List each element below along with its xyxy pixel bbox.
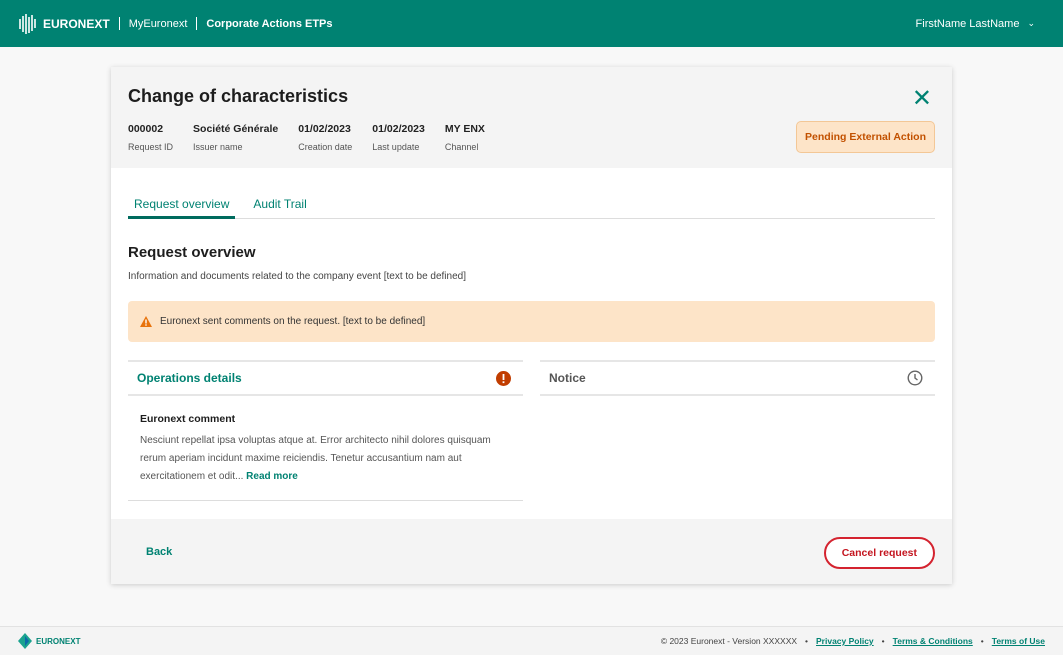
- page-footer: EURONEXT © 2023 Euronext - Version XXXXX…: [0, 626, 1063, 655]
- operations-header[interactable]: Operations details: [128, 362, 523, 396]
- close-icon[interactable]: ✕: [912, 84, 932, 113]
- comment-title: Euronext comment: [140, 413, 236, 425]
- section-title: Corporate Actions ETPs: [206, 17, 333, 30]
- app-link[interactable]: MyEuronext: [129, 18, 188, 30]
- euronext-logo-icon: [18, 633, 32, 649]
- copyright: © 2023 Euronext - Version XXXXXX: [660, 636, 798, 646]
- error-icon: [496, 370, 511, 386]
- read-more-link[interactable]: Read more: [246, 471, 298, 482]
- comment-text: Nesciunt repellat ipsa voluptas atque at…: [140, 435, 491, 482]
- request-card: Change of characteristics ✕ 000002 Reques…: [111, 67, 952, 584]
- tab-bar: Request overview Audit Trail: [128, 197, 935, 219]
- terms-conditions-link[interactable]: Terms & Conditions: [893, 636, 973, 646]
- footer-logo: EURONEXT: [18, 633, 80, 649]
- operations-title: Operations details: [137, 371, 242, 385]
- user-name: FirstName LastName: [915, 17, 1020, 30]
- clock-icon: [907, 370, 923, 386]
- tab-audit-trail[interactable]: Audit Trail: [247, 197, 312, 219]
- privacy-policy-link[interactable]: Privacy Policy: [816, 636, 874, 646]
- meta-last-update: 01/02/2023 Last update: [372, 123, 425, 152]
- notice-panel: Notice: [540, 360, 935, 396]
- meta-channel: MY ENX Channel: [444, 123, 485, 152]
- meta-request-id: 000002 Request ID: [128, 123, 174, 152]
- user-menu[interactable]: FirstName LastName ⌄: [916, 18, 1035, 30]
- section-subtitle: Information and documents related to the…: [128, 271, 466, 282]
- notice-header[interactable]: Notice: [540, 362, 935, 396]
- meta-creation-date: 01/02/2023 Creation date: [298, 123, 353, 152]
- status-badge: Pending External Action: [796, 121, 935, 153]
- euronext-logo[interactable]: EURONEXT: [18, 13, 110, 35]
- meta-issuer: Société Générale Issuer name: [193, 123, 279, 152]
- terms-of-use-link[interactable]: Terms of Use: [992, 636, 1045, 646]
- cancel-request-button[interactable]: Cancel request: [823, 537, 935, 569]
- warning-alert: Euronext sent comments on the request. […: [128, 301, 935, 342]
- tab-request-overview[interactable]: Request overview: [128, 197, 236, 219]
- chevron-down-icon: ⌄: [1027, 18, 1035, 28]
- operations-panel: Operations details Euronext comment Nesc…: [128, 360, 523, 501]
- logo-text: EURONEXT: [43, 16, 110, 31]
- top-bar: EURONEXT MyEuronext Corporate Actions ET…: [0, 0, 1063, 47]
- alert-text: Euronext sent comments on the request. […: [160, 316, 426, 327]
- page-title: Change of characteristics: [128, 86, 349, 106]
- euronext-logo-icon: [19, 13, 36, 34]
- back-button[interactable]: Back: [146, 546, 172, 558]
- notice-title: Notice: [549, 371, 586, 385]
- section-heading: Request overview: [128, 244, 256, 261]
- warning-icon: [140, 316, 152, 327]
